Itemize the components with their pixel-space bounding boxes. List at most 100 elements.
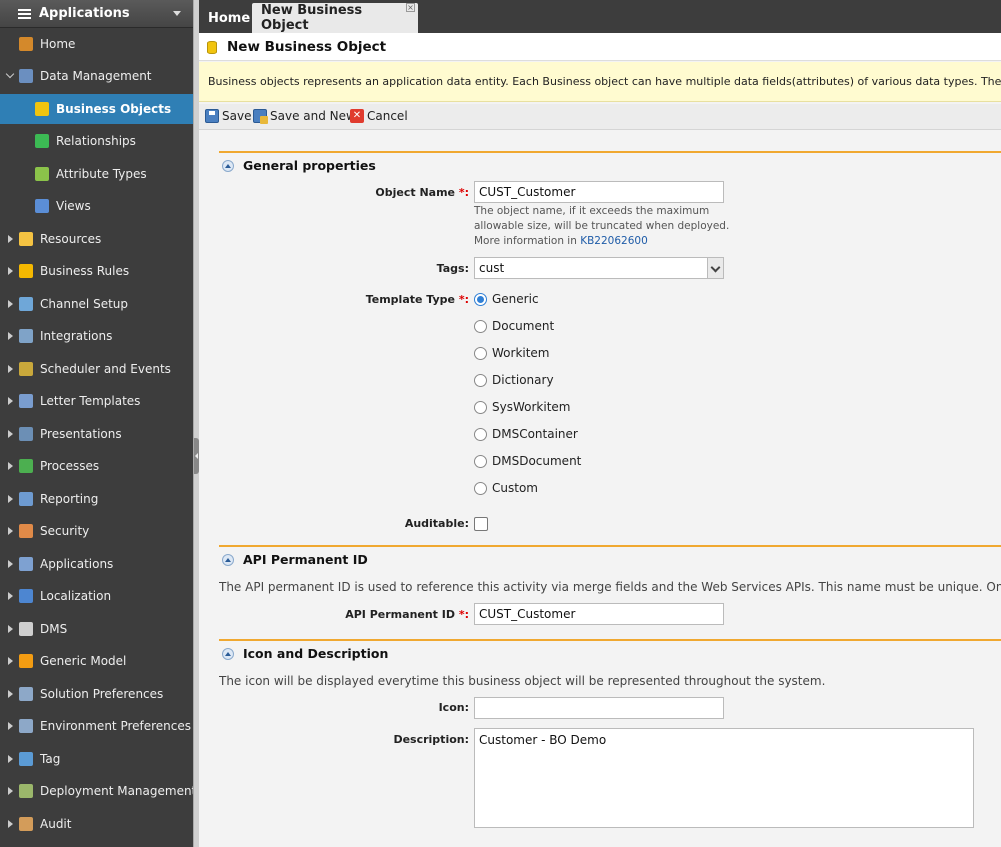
chevron-down-icon[interactable] <box>173 11 181 16</box>
page-title: New Business Object <box>227 39 387 55</box>
expand-arrow-icon[interactable] <box>8 624 13 633</box>
expand-arrow-icon[interactable] <box>8 689 13 698</box>
collapse-icon[interactable] <box>222 159 234 172</box>
expand-arrow-icon[interactable] <box>8 234 13 243</box>
expand-arrow-icon[interactable] <box>8 559 13 568</box>
sidebar-item-localization[interactable]: Localization <box>0 581 193 611</box>
sidebar-item-channel-setup[interactable]: Channel Setup <box>0 289 193 319</box>
radio-circle[interactable] <box>474 400 487 414</box>
sidebar-item-presentations[interactable]: Presentations <box>0 419 193 449</box>
sidebar-item-letter-templates[interactable]: Letter Templates <box>0 386 193 416</box>
icon-description-text: The icon will be displayed everytime thi… <box>219 674 826 688</box>
sidebar-item-label: Security <box>40 524 90 538</box>
radio-circle[interactable] <box>474 319 487 333</box>
expand-arrow-icon[interactable] <box>8 657 13 665</box>
close-icon[interactable]: × <box>406 3 415 12</box>
expand-arrow-icon[interactable] <box>8 527 13 535</box>
expand-arrow-icon[interactable] <box>8 494 13 503</box>
expand-arrow-icon[interactable] <box>8 819 13 828</box>
required-marker: *: <box>458 186 469 199</box>
sidebar-header[interactable]: Applications <box>0 0 193 28</box>
sidebar-item-processes[interactable]: Processes <box>0 451 193 481</box>
radio-circle[interactable] <box>474 292 487 306</box>
sidebar-title: Applications <box>39 6 130 21</box>
chevron-down-icon[interactable] <box>707 258 723 278</box>
sidebar-item-applications[interactable]: Applications <box>0 549 193 579</box>
radio-label: Dictionary <box>492 373 554 387</box>
sidebar-item-tag[interactable]: Tag <box>0 744 193 774</box>
template-radio-dictionary[interactable]: Dictionary <box>474 373 554 387</box>
tags-select[interactable]: cust <box>474 257 724 279</box>
expanded-arrow-icon[interactable] <box>5 69 15 79</box>
radio-circle[interactable] <box>474 427 487 441</box>
template-radio-generic[interactable]: Generic <box>474 292 539 306</box>
expand-arrow-icon[interactable] <box>8 299 13 308</box>
sidebar-item-environment-preferences[interactable]: Environment Preferences <box>0 711 193 741</box>
collapse-icon[interactable] <box>222 647 234 660</box>
sidebar-item-attribute-types[interactable]: Attribute Types <box>0 159 193 189</box>
sidebar-item-data-management[interactable]: Data Management <box>0 61 193 91</box>
sidebar-item-business-objects[interactable]: Business Objects <box>0 93 193 124</box>
expand-arrow-icon[interactable] <box>8 429 13 438</box>
sidebar-item-home[interactable]: Home <box>0 29 193 59</box>
radio-circle[interactable] <box>474 346 487 360</box>
tab-bar: Home New Business Object × <box>199 0 1001 33</box>
expand-arrow-icon[interactable] <box>8 267 13 275</box>
expand-arrow-icon[interactable] <box>8 592 13 600</box>
template-radio-workitem[interactable]: Workitem <box>474 346 550 360</box>
expand-arrow-icon[interactable] <box>8 332 13 340</box>
sidebar-item-label: Data Management <box>40 69 152 83</box>
user-security-icon <box>19 524 33 538</box>
sidebar-item-scheduler[interactable]: Scheduler and Events <box>0 354 193 384</box>
radio-circle[interactable] <box>474 481 487 495</box>
sidebar-item-reporting[interactable]: Reporting <box>0 484 193 514</box>
auditable-checkbox[interactable] <box>474 517 488 531</box>
radio-circle[interactable] <box>474 373 487 387</box>
sidebar-item-solution-preferences[interactable]: Solution Preferences <box>0 679 193 709</box>
sidebar-item-label: Resources <box>40 231 102 246</box>
collapse-handle[interactable] <box>194 438 199 474</box>
expand-arrow-icon[interactable] <box>8 722 13 730</box>
sidebar-item-relationships[interactable]: Relationships <box>0 126 193 156</box>
template-radio-custom[interactable]: Custom <box>474 481 538 495</box>
expand-arrow-icon[interactable] <box>8 462 13 470</box>
tab-new-business-object[interactable]: New Business Object × <box>252 3 418 33</box>
sidebar-item-deployment[interactable]: Deployment Management <box>0 776 193 806</box>
report-icon <box>19 491 33 506</box>
save-button[interactable]: Save <box>205 109 251 123</box>
sidebar-item-audit[interactable]: Audit <box>0 809 193 839</box>
toolbar: Save Save and New ✕ Cancel <box>199 104 1001 130</box>
letter-icon <box>19 394 33 408</box>
general-properties-header[interactable]: General properties <box>222 158 376 173</box>
object-name-input[interactable] <box>474 181 724 203</box>
icon-input[interactable] <box>474 697 724 719</box>
sidebar-item-business-rules[interactable]: Business Rules <box>0 256 193 286</box>
icon-description-header[interactable]: Icon and Description <box>222 646 388 661</box>
tab-home[interactable]: Home <box>199 3 259 33</box>
collapse-icon[interactable] <box>222 553 234 566</box>
template-radio-dmsdocument[interactable]: DMSDocument <box>474 454 581 468</box>
radio-circle[interactable] <box>474 454 487 468</box>
expand-arrow-icon[interactable] <box>8 364 13 373</box>
template-radio-sysworkitem[interactable]: SysWorkitem <box>474 400 570 414</box>
sidebar-item-generic-model[interactable]: Generic Model <box>0 646 193 676</box>
template-radio-document[interactable]: Document <box>474 319 554 333</box>
sidebar-item-security[interactable]: Security <box>0 516 193 546</box>
expand-arrow-icon[interactable] <box>8 397 13 405</box>
sidebar-item-resources[interactable]: Resources <box>0 224 193 254</box>
expand-arrow-icon[interactable] <box>8 754 13 763</box>
api-permanent-id-header[interactable]: API Permanent ID <box>222 552 368 567</box>
description-textarea[interactable]: Customer - BO Demo <box>474 728 974 828</box>
api-permanent-id-input[interactable] <box>474 603 724 625</box>
sidebar-item-dms[interactable]: DMS <box>0 614 193 644</box>
cancel-button[interactable]: ✕ Cancel <box>350 109 408 123</box>
sidebar-item-integrations[interactable]: Integrations <box>0 321 193 351</box>
template-radio-dmscontainer[interactable]: DMSContainer <box>474 427 578 441</box>
sidebar-item-views[interactable]: Views <box>0 191 193 221</box>
expand-arrow-icon[interactable] <box>8 787 13 795</box>
applications-icon <box>19 556 33 571</box>
code-tag-icon <box>19 751 33 766</box>
save-and-new-button[interactable]: Save and New <box>253 109 356 124</box>
tags-value: cust <box>479 261 505 275</box>
kb-link[interactable]: KB22062600 <box>580 235 648 247</box>
